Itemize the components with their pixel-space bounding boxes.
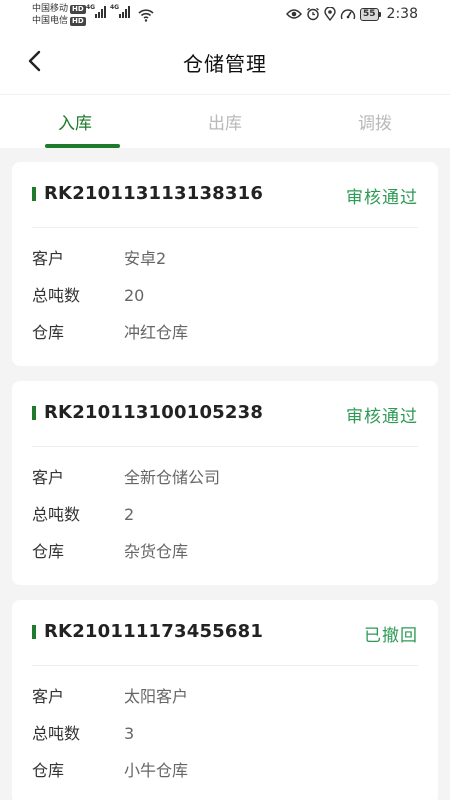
field-label: 仓库 [32, 761, 65, 780]
detail-row-customer: 客户 安卓2 [32, 248, 418, 285]
carrier-2: 中国电信 [32, 16, 69, 26]
field-label: 总吨数 [32, 724, 81, 743]
field-label: 总吨数 [32, 286, 81, 305]
eye-icon [286, 9, 302, 19]
field-label: 仓库 [32, 542, 65, 561]
hd-badge: HD [70, 4, 86, 14]
detail-row-warehouse: 仓库 小牛仓库 [32, 760, 418, 797]
field-label: 客户 [32, 249, 65, 268]
app-header: 仓储管理 [0, 30, 450, 94]
card-header: RK210113100105238 审核通过 [32, 381, 418, 447]
field-value: 2 [124, 505, 135, 524]
record-list: RK210113113138316 审核通过 客户 安卓2 总吨数 20 仓库 … [12, 162, 438, 800]
status-time: 2:38 [386, 6, 418, 22]
detail-row-tonnage: 总吨数 20 [32, 285, 418, 322]
card-details: 客户 太阳客户 总吨数 3 仓库 小牛仓库 [32, 686, 418, 797]
order-marker [32, 625, 36, 639]
detail-row-customer: 客户 全新仓储公司 [32, 467, 418, 504]
card-header: RK210113113138316 审核通过 [32, 162, 418, 228]
battery-icon: 55 [360, 7, 381, 21]
detail-row-customer: 客户 太阳客户 [32, 686, 418, 723]
status-label: 审核通过 [346, 407, 418, 427]
location-icon [324, 7, 336, 21]
tab-outbound[interactable]: 出库 [150, 95, 300, 148]
status-label: 已撤回 [364, 626, 418, 646]
record-card[interactable]: RK210113113138316 审核通过 客户 安卓2 总吨数 20 仓库 … [12, 162, 438, 366]
wifi-icon [138, 9, 154, 22]
card-details: 客户 安卓2 总吨数 20 仓库 冲红仓库 [32, 248, 418, 359]
signal-icon: 4G [86, 4, 106, 18]
detail-row-warehouse: 仓库 冲红仓库 [32, 322, 418, 359]
tab-bar: 入库 出库 调拨 [0, 94, 450, 148]
carrier-1: 中国移动 [32, 4, 69, 14]
page-title: 仓储管理 [183, 52, 267, 76]
order-marker [32, 406, 36, 420]
detail-row-warehouse: 仓库 杂货仓库 [32, 541, 418, 578]
field-label: 客户 [32, 468, 65, 487]
record-card[interactable]: RK210113100105238 审核通过 客户 全新仓储公司 总吨数 2 仓… [12, 381, 438, 585]
order-number: RK210113100105238 [44, 402, 264, 423]
status-bar: 中国移动 HD 中国电信 HD 4G 4G 55 2:38 [0, 0, 450, 30]
field-label: 客户 [32, 687, 65, 706]
speed-icon [340, 9, 356, 20]
detail-row-tonnage: 总吨数 2 [32, 504, 418, 541]
field-value: 冲红仓库 [124, 323, 189, 342]
field-value: 杂货仓库 [124, 542, 189, 561]
signal-icons: 4G 4G [86, 4, 130, 18]
status-label: 审核通过 [346, 188, 418, 208]
tab-inbound[interactable]: 入库 [0, 95, 150, 148]
status-right: 55 2:38 [286, 6, 418, 22]
field-value: 小牛仓库 [124, 761, 189, 780]
hd-badge: HD [70, 16, 86, 26]
order-marker [32, 187, 36, 201]
card-details: 客户 全新仓储公司 总吨数 2 仓库 杂货仓库 [32, 467, 418, 578]
order-number: RK210111173455681 [44, 621, 264, 642]
field-value: 安卓2 [124, 249, 167, 268]
field-label: 总吨数 [32, 505, 81, 524]
record-card[interactable]: RK210111173455681 已撤回 客户 太阳客户 总吨数 3 仓库 小… [12, 600, 438, 800]
signal-icon: 4G [110, 4, 130, 18]
field-label: 仓库 [32, 323, 65, 342]
detail-row-tonnage: 总吨数 3 [32, 723, 418, 760]
field-value: 太阳客户 [124, 687, 189, 706]
field-value: 3 [124, 724, 135, 743]
alarm-icon [307, 7, 319, 21]
order-number: RK210113113138316 [44, 183, 264, 204]
card-header: RK210111173455681 已撤回 [32, 600, 418, 666]
field-value: 全新仓储公司 [124, 468, 221, 487]
field-value: 20 [124, 286, 145, 305]
carrier-info: 中国移动 HD 中国电信 HD [32, 3, 86, 27]
tab-transfer[interactable]: 调拨 [300, 95, 450, 148]
